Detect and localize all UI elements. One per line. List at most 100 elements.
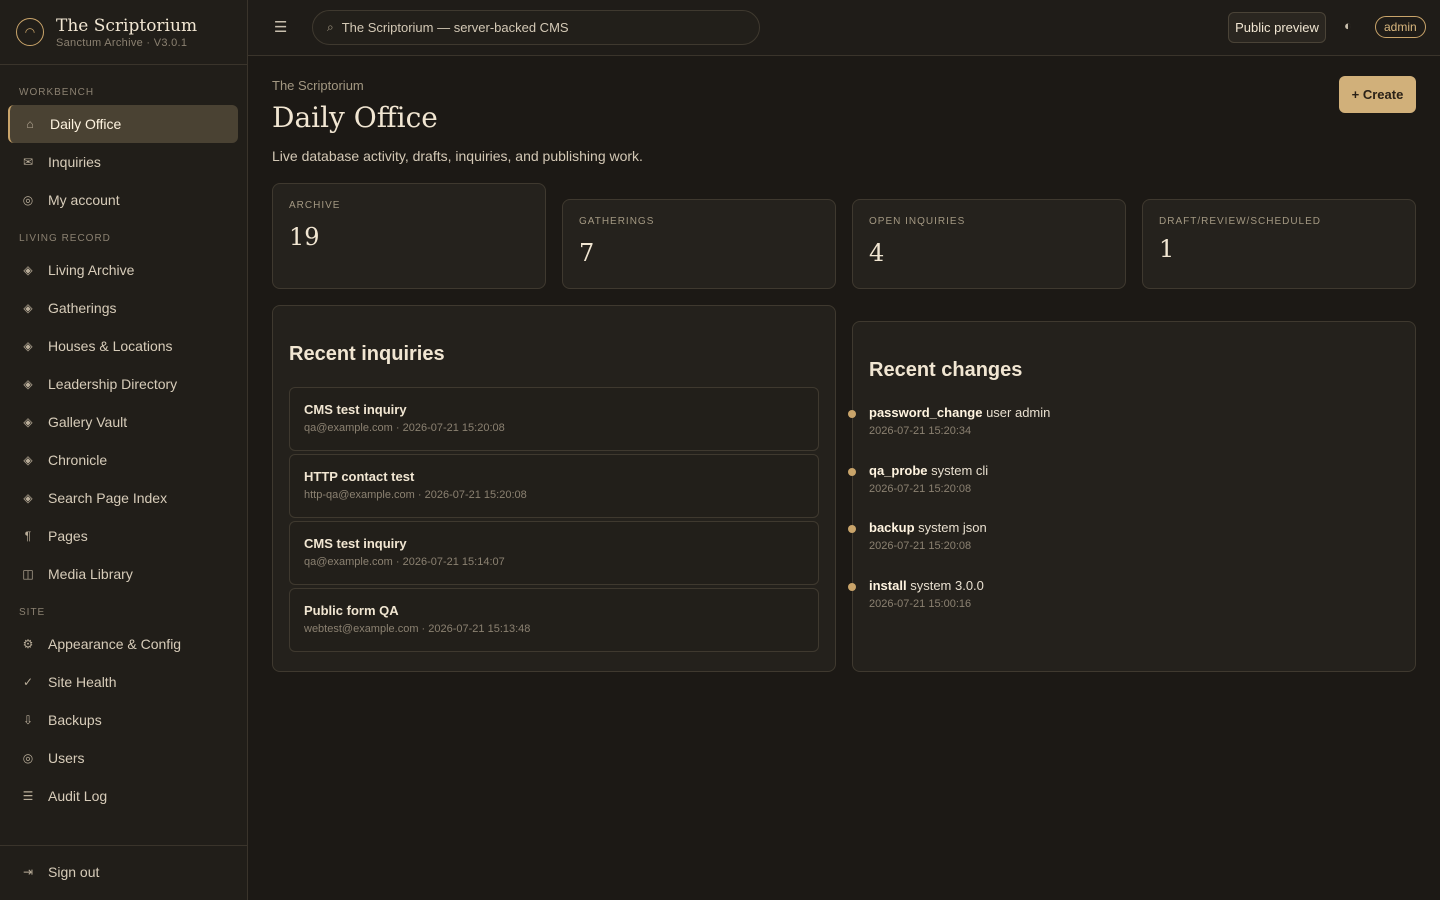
stat-value: 7	[579, 239, 595, 267]
stat-card-open-inquiries[interactable]: OPEN INQUIRIES 4	[852, 199, 1126, 289]
brand-subtitle: Sanctum Archive · V3.0.1	[56, 36, 188, 49]
gear-icon: ⚙	[22, 637, 34, 651]
public-preview-button[interactable]: Public preview	[1228, 12, 1326, 43]
change-action: backup	[869, 520, 915, 535]
sidebar-item-label: Site Health	[48, 674, 117, 690]
recent-inquiries-panel: Recent inquiries CMS test inquiry qa@exa…	[272, 305, 836, 672]
sidebar-item-label: Search Page Index	[48, 490, 168, 506]
ring-logo-icon: ◠	[16, 18, 44, 46]
inquiry-meta: webtest@example.com · 2026-07-21 15:13:4…	[304, 623, 531, 635]
change-action: password_change	[869, 405, 983, 420]
change-item: install system 3.0.0 2026-07-21 15:00:16	[848, 578, 984, 610]
brand[interactable]: ◠ The Scriptorium Sanctum Archive · V3.0…	[0, 0, 247, 65]
sidebar-item-media-library[interactable]: ◫ Media Library	[8, 555, 238, 593]
stat-card-archive[interactable]: ARCHIVE 19	[272, 183, 546, 289]
download-icon: ⇩	[22, 713, 34, 727]
sidebar-item-label: Leadership Directory	[48, 376, 178, 392]
change-time: 2026-07-21 15:20:34	[869, 425, 972, 437]
diamond-icon: ◈	[23, 453, 33, 467]
stat-label: DRAFT/REVIEW/SCHEDULED	[1159, 216, 1322, 227]
sidebar-item-gatherings[interactable]: ◈ Gatherings	[8, 289, 238, 327]
change-time: 2026-07-21 15:20:08	[869, 540, 972, 552]
stat-label: GATHERINGS	[579, 216, 655, 227]
media-icon: ◫	[22, 567, 34, 581]
sidebar-item-label: Media Library	[48, 566, 133, 582]
diamond-icon: ◈	[23, 339, 33, 353]
sidebar-item-audit-log[interactable]: ☰ Audit Log	[8, 777, 238, 815]
sidebar-item-gallery-vault[interactable]: ◈ Gallery Vault	[8, 403, 238, 441]
sidebar-item-living-archive[interactable]: ◈ Living Archive	[8, 251, 238, 289]
sidebar-item-chronicle[interactable]: ◈ Chronicle	[8, 441, 238, 479]
timeline-dot-icon	[848, 410, 856, 418]
change-item: backup system json 2026-07-21 15:20:08	[848, 520, 987, 552]
sidebar-footer-divider	[0, 845, 247, 846]
change-action: qa_probe	[869, 463, 928, 478]
sidebar-item-label: Chronicle	[48, 452, 108, 468]
inquiry-title: CMS test inquiry	[304, 402, 407, 417]
mail-icon: ✉	[22, 155, 34, 169]
hamburger-menu-icon[interactable]: ☰	[274, 18, 287, 36]
change-detail: system json	[918, 520, 987, 535]
change-item: qa_probe system cli 2026-07-21 15:20:08	[848, 463, 988, 495]
inquiry-item[interactable]: Public form QA webtest@example.com · 202…	[289, 588, 819, 652]
sidebar-item-leadership-directory[interactable]: ◈ Leadership Directory	[8, 365, 238, 403]
theme-toggle-icon[interactable]: ◐	[1344, 18, 1352, 33]
sidebar-item-houses-locations[interactable]: ◈ Houses & Locations	[8, 327, 238, 365]
change-detail: user admin	[986, 405, 1051, 420]
sign-out-label: Sign out	[48, 864, 100, 880]
panel-title: Recent inquiries	[289, 343, 445, 365]
list-icon: ☰	[22, 789, 34, 803]
stat-card-draft-review-scheduled[interactable]: DRAFT/REVIEW/SCHEDULED 1	[1142, 199, 1416, 289]
sign-out-button[interactable]: ⇥ Sign out	[8, 853, 238, 891]
inquiry-title: HTTP contact test	[304, 469, 415, 484]
diamond-icon: ◈	[23, 491, 33, 505]
sidebar-item-label: Inquiries	[48, 154, 101, 170]
sidebar-item-appearance-config[interactable]: ⚙ Appearance & Config	[8, 625, 238, 663]
sidebar-item-site-health[interactable]: ✓ Site Health	[8, 663, 238, 701]
account-icon: ◎	[22, 193, 34, 207]
sidebar-item-search-page-index[interactable]: ◈ Search Page Index	[8, 479, 238, 517]
change-line: backup system json	[869, 520, 987, 535]
sidebar-item-inquiries[interactable]: ✉ Inquiries	[8, 143, 238, 181]
timeline-dot-icon	[848, 583, 856, 591]
inquiry-item[interactable]: CMS test inquiry qa@example.com · 2026-0…	[289, 521, 819, 585]
sidebar-item-daily-office[interactable]: ⌂ Daily Office	[8, 105, 238, 143]
sidebar-item-label: Appearance & Config	[48, 636, 182, 652]
user-badge[interactable]: admin	[1375, 16, 1426, 38]
change-item: password_change user admin 2026-07-21 15…	[848, 405, 1051, 437]
sidebar-item-pages[interactable]: ¶ Pages	[8, 517, 238, 555]
section-living-record: LIVING RECORD	[19, 233, 111, 244]
change-action: install	[869, 578, 907, 593]
breadcrumb[interactable]: The Scriptorium	[272, 78, 364, 93]
page-title: Daily Office	[272, 101, 438, 134]
change-time: 2026-07-21 15:20:08	[869, 483, 972, 495]
section-site: SITE	[19, 607, 46, 618]
inquiry-title: CMS test inquiry	[304, 536, 407, 551]
search-input[interactable]: ⌕ The Scriptorium — server-backed CMS	[312, 10, 760, 45]
stat-card-gatherings[interactable]: GATHERINGS 7	[562, 199, 836, 289]
pilcrow-icon: ¶	[24, 529, 32, 543]
sidebar-item-label: Houses & Locations	[48, 338, 173, 354]
stat-value: 19	[289, 223, 320, 251]
topbar: ☰ ⌕ The Scriptorium — server-backed CMS …	[248, 0, 1440, 56]
create-button[interactable]: + Create	[1339, 76, 1416, 113]
stat-value: 1	[1159, 235, 1175, 263]
diamond-icon: ◈	[23, 301, 33, 315]
page-subtitle: Live database activity, drafts, inquirie…	[272, 148, 643, 164]
sidebar-item-label: Pages	[48, 528, 88, 544]
sidebar-item-label: Backups	[48, 712, 102, 728]
sidebar-item-users[interactable]: ◎ Users	[8, 739, 238, 777]
stat-value: 4	[869, 239, 885, 267]
sign-out-icon: ⇥	[22, 865, 34, 879]
inquiry-title: Public form QA	[304, 603, 399, 618]
sidebar-item-my-account[interactable]: ◎ My account	[8, 181, 238, 219]
inquiry-meta: qa@example.com · 2026-07-21 15:20:08	[304, 422, 505, 434]
check-icon: ✓	[22, 675, 34, 689]
inquiry-item[interactable]: HTTP contact test http-qa@example.com · …	[289, 454, 819, 518]
search-text: The Scriptorium — server-backed CMS	[341, 20, 569, 35]
search-icon: ⌕	[327, 20, 334, 34]
inquiry-item[interactable]: CMS test inquiry qa@example.com · 2026-0…	[289, 387, 819, 451]
users-icon: ◎	[22, 751, 34, 765]
stat-label: OPEN INQUIRIES	[869, 216, 966, 227]
sidebar-item-backups[interactable]: ⇩ Backups	[8, 701, 238, 739]
